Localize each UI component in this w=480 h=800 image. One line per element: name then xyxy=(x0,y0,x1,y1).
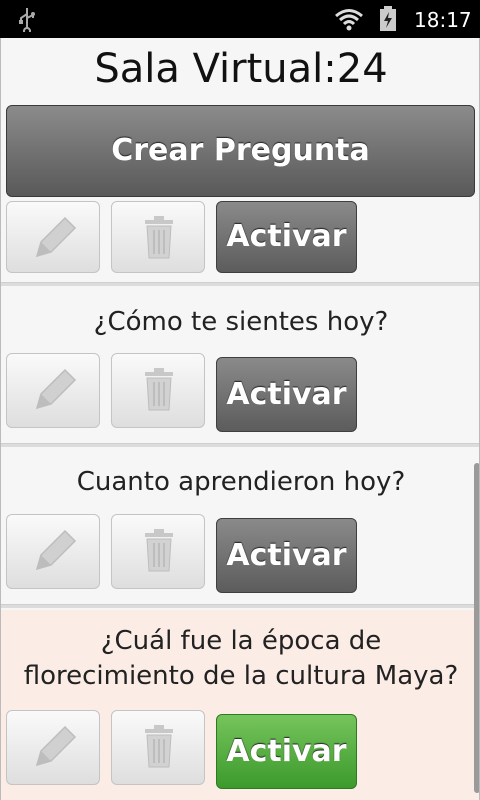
trash-icon xyxy=(145,725,173,768)
divider xyxy=(1,282,479,286)
trash-icon xyxy=(145,216,173,259)
trash-icon xyxy=(145,368,173,411)
status-bar: 18:17 xyxy=(0,0,480,38)
delete-button[interactable] xyxy=(111,353,205,428)
pencil-icon xyxy=(35,368,77,410)
question-text-line1: ¿Cuál fue la época de xyxy=(100,626,382,656)
trash-icon xyxy=(145,529,173,572)
app-screen: Sala Virtual:24 Crear Pregunta Activar ¿… xyxy=(0,38,480,800)
question-text: ¿Cómo te sientes hoy? xyxy=(93,307,389,337)
pencil-icon xyxy=(35,725,77,767)
page-title: Sala Virtual:24 xyxy=(94,46,388,92)
battery-charging-icon xyxy=(380,6,396,31)
pencil-icon xyxy=(35,529,77,571)
edit-button[interactable] xyxy=(6,514,100,589)
delete-button[interactable] xyxy=(111,710,205,785)
delete-button[interactable] xyxy=(111,201,205,273)
usb-icon xyxy=(19,8,35,32)
pencil-icon xyxy=(35,216,77,258)
delete-button[interactable] xyxy=(111,514,205,589)
divider xyxy=(1,443,479,447)
clock: 18:17 xyxy=(414,8,472,32)
activate-button-active[interactable]: Activar xyxy=(216,714,357,789)
activate-button[interactable]: Activar xyxy=(216,518,357,593)
scrollbar[interactable] xyxy=(474,463,479,793)
activate-button[interactable]: Activar xyxy=(216,357,357,432)
create-question-button[interactable]: Crear Pregunta xyxy=(6,105,475,197)
question-text-line2: florecimiento de la cultura Maya? xyxy=(23,661,459,691)
activate-button[interactable]: Activar xyxy=(216,201,357,273)
question-text: Cuanto aprendieron hoy? xyxy=(76,467,406,497)
wifi-icon xyxy=(335,9,363,31)
edit-button[interactable] xyxy=(6,353,100,428)
edit-button[interactable] xyxy=(6,710,100,785)
divider xyxy=(1,604,479,608)
edit-button[interactable] xyxy=(6,201,100,273)
